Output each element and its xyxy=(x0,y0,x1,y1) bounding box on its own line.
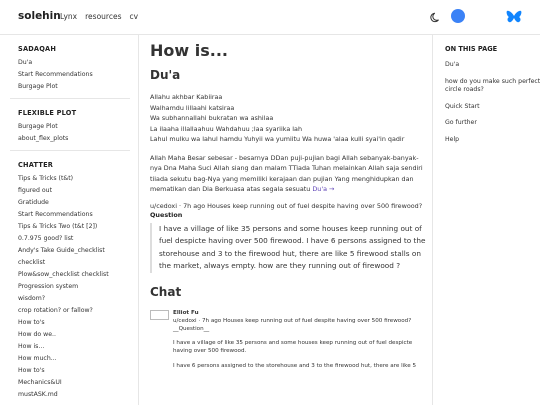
translation-paragraph: Allah Maha Besar sebesar - besarnya DDan… xyxy=(150,153,430,195)
top-nav: Lynx resources cv xyxy=(60,12,138,21)
sidebar-item[interactable]: Progression system xyxy=(18,283,138,291)
toc-item-quick-start[interactable]: Quick Start xyxy=(445,103,540,112)
site-brand[interactable]: solehin xyxy=(18,10,61,22)
sidebar-item-burgage-plot[interactable]: Burgage Plot xyxy=(18,83,138,91)
sidebar-item[interactable]: Gratidude xyxy=(18,199,138,207)
sidebar-section-title: FLEXIBLE PLOT xyxy=(18,109,77,117)
sidebar-item[interactable]: Tips & Tricks Two (t&t [2]) xyxy=(18,223,138,231)
section-heading-dua: Du'a xyxy=(150,68,181,82)
sidebar-item[interactable]: Plow&sow_checklist checklist xyxy=(18,271,138,279)
page-title: How is... xyxy=(150,41,228,60)
sidebar-divider xyxy=(10,150,130,151)
broken-image-icon xyxy=(150,309,169,320)
dua-text: Allahu akhbar Kabiiraa Walhamdu lillaahi… xyxy=(150,92,430,145)
chat-line: u/cedoxi · 7h ago Houses keep running ou… xyxy=(173,317,412,332)
toc-item-circle-roads[interactable]: how do you make such perfect circle road… xyxy=(445,78,540,95)
sidebar-section-title: SADAQAH xyxy=(18,45,57,53)
translation-text: Allah Maha Besar sebesar - besarnya DDan… xyxy=(150,153,423,194)
question-quote: I have a village of like 35 persons and … xyxy=(150,222,430,273)
main-content: How is... Du'a Allahu akhbar Kabiiraa Wa… xyxy=(150,35,430,405)
sidebar-item-start-recommendations[interactable]: Start Recommendations xyxy=(18,71,138,79)
sidebar-item[interactable]: Start Recommendations xyxy=(18,211,138,219)
sidebar-divider xyxy=(10,98,130,99)
question-label: Question xyxy=(150,210,183,219)
sidebar-item[interactable]: How much... xyxy=(18,355,138,363)
sidebar-item[interactable]: checklist xyxy=(18,259,138,267)
toc-item-dua[interactable]: Du'a xyxy=(445,61,540,70)
dua-link[interactable]: Du'a → xyxy=(312,185,334,193)
sidebar-item[interactable]: Tips & Tricks (t&t) xyxy=(18,175,138,183)
sidebar-item[interactable]: Andy's Take Guide_checklist xyxy=(18,247,138,255)
top-bar: solehin Lynx resources cv xyxy=(0,0,540,35)
toc-sidebar: ON THIS PAGE Du'a how do you make such p… xyxy=(432,35,540,405)
nav-link-lynx[interactable]: Lynx xyxy=(60,12,77,21)
sidebar-item[interactable]: How do we.. xyxy=(18,331,138,339)
left-sidebar: SADAQAH Du'a Start Recommendations Burga… xyxy=(0,35,139,405)
chat-author: Elliot Fu xyxy=(173,309,199,316)
dua-line: Wa subhannallahi bukratan wa ashilaa xyxy=(150,114,274,122)
dua-line: La ilaaha illallaahuu Wahdahuu ;laa syar… xyxy=(150,124,303,133)
chat-body: Elliot Fu u/cedoxi · 7h ago Houses keep … xyxy=(173,309,430,370)
sidebar-item[interactable]: figured out xyxy=(18,187,138,195)
dua-line: Lahul mulku wa lahul hamdu Yuhyii wa yum… xyxy=(150,135,405,143)
dua-line: Walhamdu lillaahi katsiraa xyxy=(150,103,235,112)
moon-icon[interactable] xyxy=(430,11,442,23)
sidebar-item-dua[interactable]: Du'a xyxy=(18,59,138,67)
sidebar-item[interactable]: How to's xyxy=(18,367,138,375)
sidebar-item-about-flex-plots[interactable]: about_flex_plots xyxy=(18,135,138,143)
sidebar-item[interactable]: 0.7.975 good? list xyxy=(18,235,138,243)
toc-item-help[interactable]: Help xyxy=(445,136,540,145)
sidebar-item[interactable]: crop rotation? or fallow? xyxy=(18,307,138,315)
post-meta: u/cedoxi · 7h ago Houses keep running ou… xyxy=(150,201,423,210)
chat-message: Elliot Fu u/cedoxi · 7h ago Houses keep … xyxy=(150,309,430,370)
section-heading-chat: Chat xyxy=(150,284,182,299)
sidebar-item[interactable]: wisdom? xyxy=(18,295,138,303)
sidebar-item-burgage-plot[interactable]: Burgage Plot xyxy=(18,123,138,131)
sidebar-item[interactable]: How to's xyxy=(18,319,138,327)
nav-link-cv[interactable]: cv xyxy=(129,12,138,21)
toc-item-go-further[interactable]: Go further xyxy=(445,119,540,128)
nav-link-resources[interactable]: resources xyxy=(85,12,121,21)
dua-line: Allahu akhbar Kabiiraa xyxy=(150,93,223,101)
butterfly-icon[interactable] xyxy=(506,10,522,24)
sidebar-item-active[interactable]: How is... xyxy=(18,343,138,351)
toc-title: ON THIS PAGE xyxy=(445,45,498,53)
chat-paragraph: I have 6 persons assigned to the storeho… xyxy=(173,362,417,369)
sidebar-item[interactable]: Mechanics&UI xyxy=(18,379,138,387)
avatar[interactable] xyxy=(451,9,465,23)
sidebar-item[interactable]: mustASK.md xyxy=(18,391,138,399)
sidebar-section-title: CHATTER xyxy=(18,161,54,169)
chat-paragraph: I have a village of like 35 persons and … xyxy=(173,340,413,355)
